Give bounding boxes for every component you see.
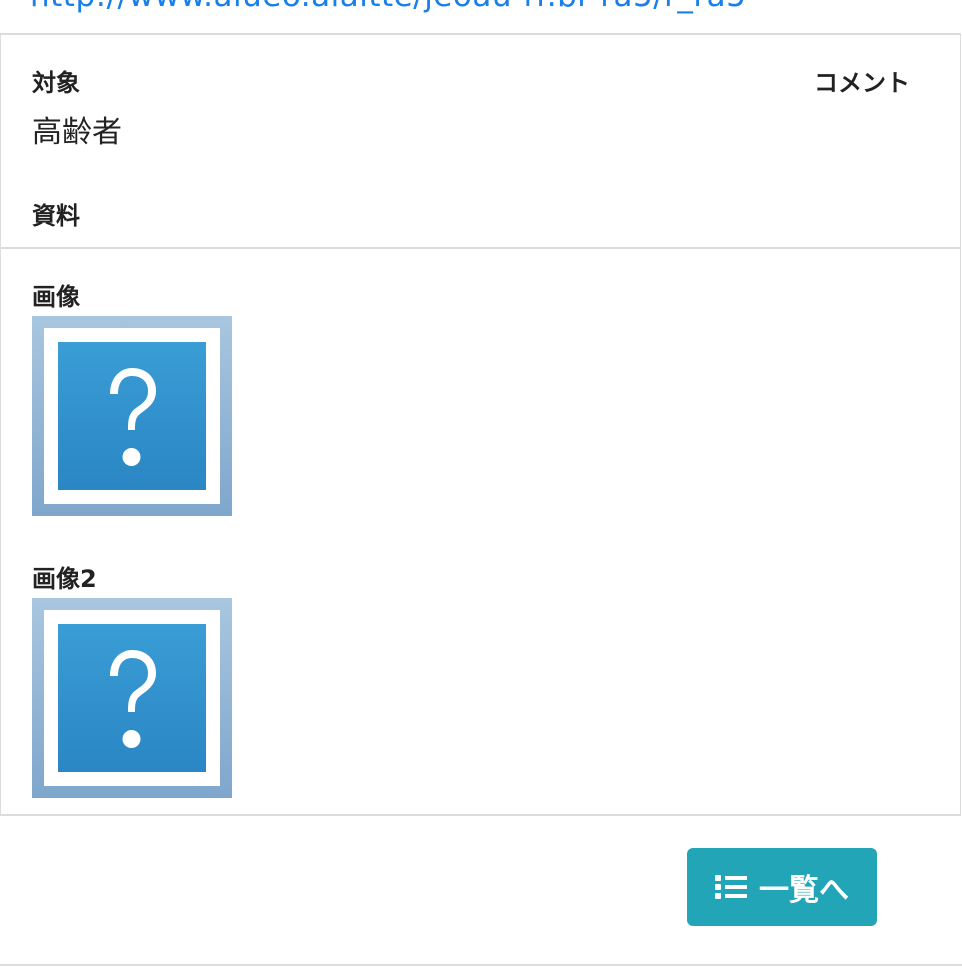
image2-placeholder-icon [32, 598, 232, 798]
back-to-list-button[interactable]: 一覧へ [687, 848, 877, 926]
image2-label: 画像2 [32, 565, 97, 593]
footer-divider [0, 964, 962, 966]
detail-page: http://www.aiueo.alaitte/jeoau-rr.br-ra5… [0, 0, 962, 976]
image-label: 画像 [32, 283, 80, 311]
comment-label: コメント [814, 69, 910, 97]
target-label: 対象 [32, 69, 80, 97]
back-to-list-label: 一覧へ [759, 873, 849, 908]
list-icon [715, 875, 747, 899]
target-value: 高齢者 [32, 115, 122, 150]
question-mark-icon [110, 368, 156, 466]
url-link[interactable]: http://www.aiueo.alaitte/jeoau-rr.br-ra5… [30, 0, 746, 14]
info-card: 対象 コメント 高齢者 資料 [0, 33, 961, 249]
image-placeholder-icon [32, 316, 232, 516]
material-label: 資料 [32, 202, 80, 230]
question-mark-icon [110, 650, 156, 748]
image-card: 画像 画像2 [0, 249, 961, 816]
